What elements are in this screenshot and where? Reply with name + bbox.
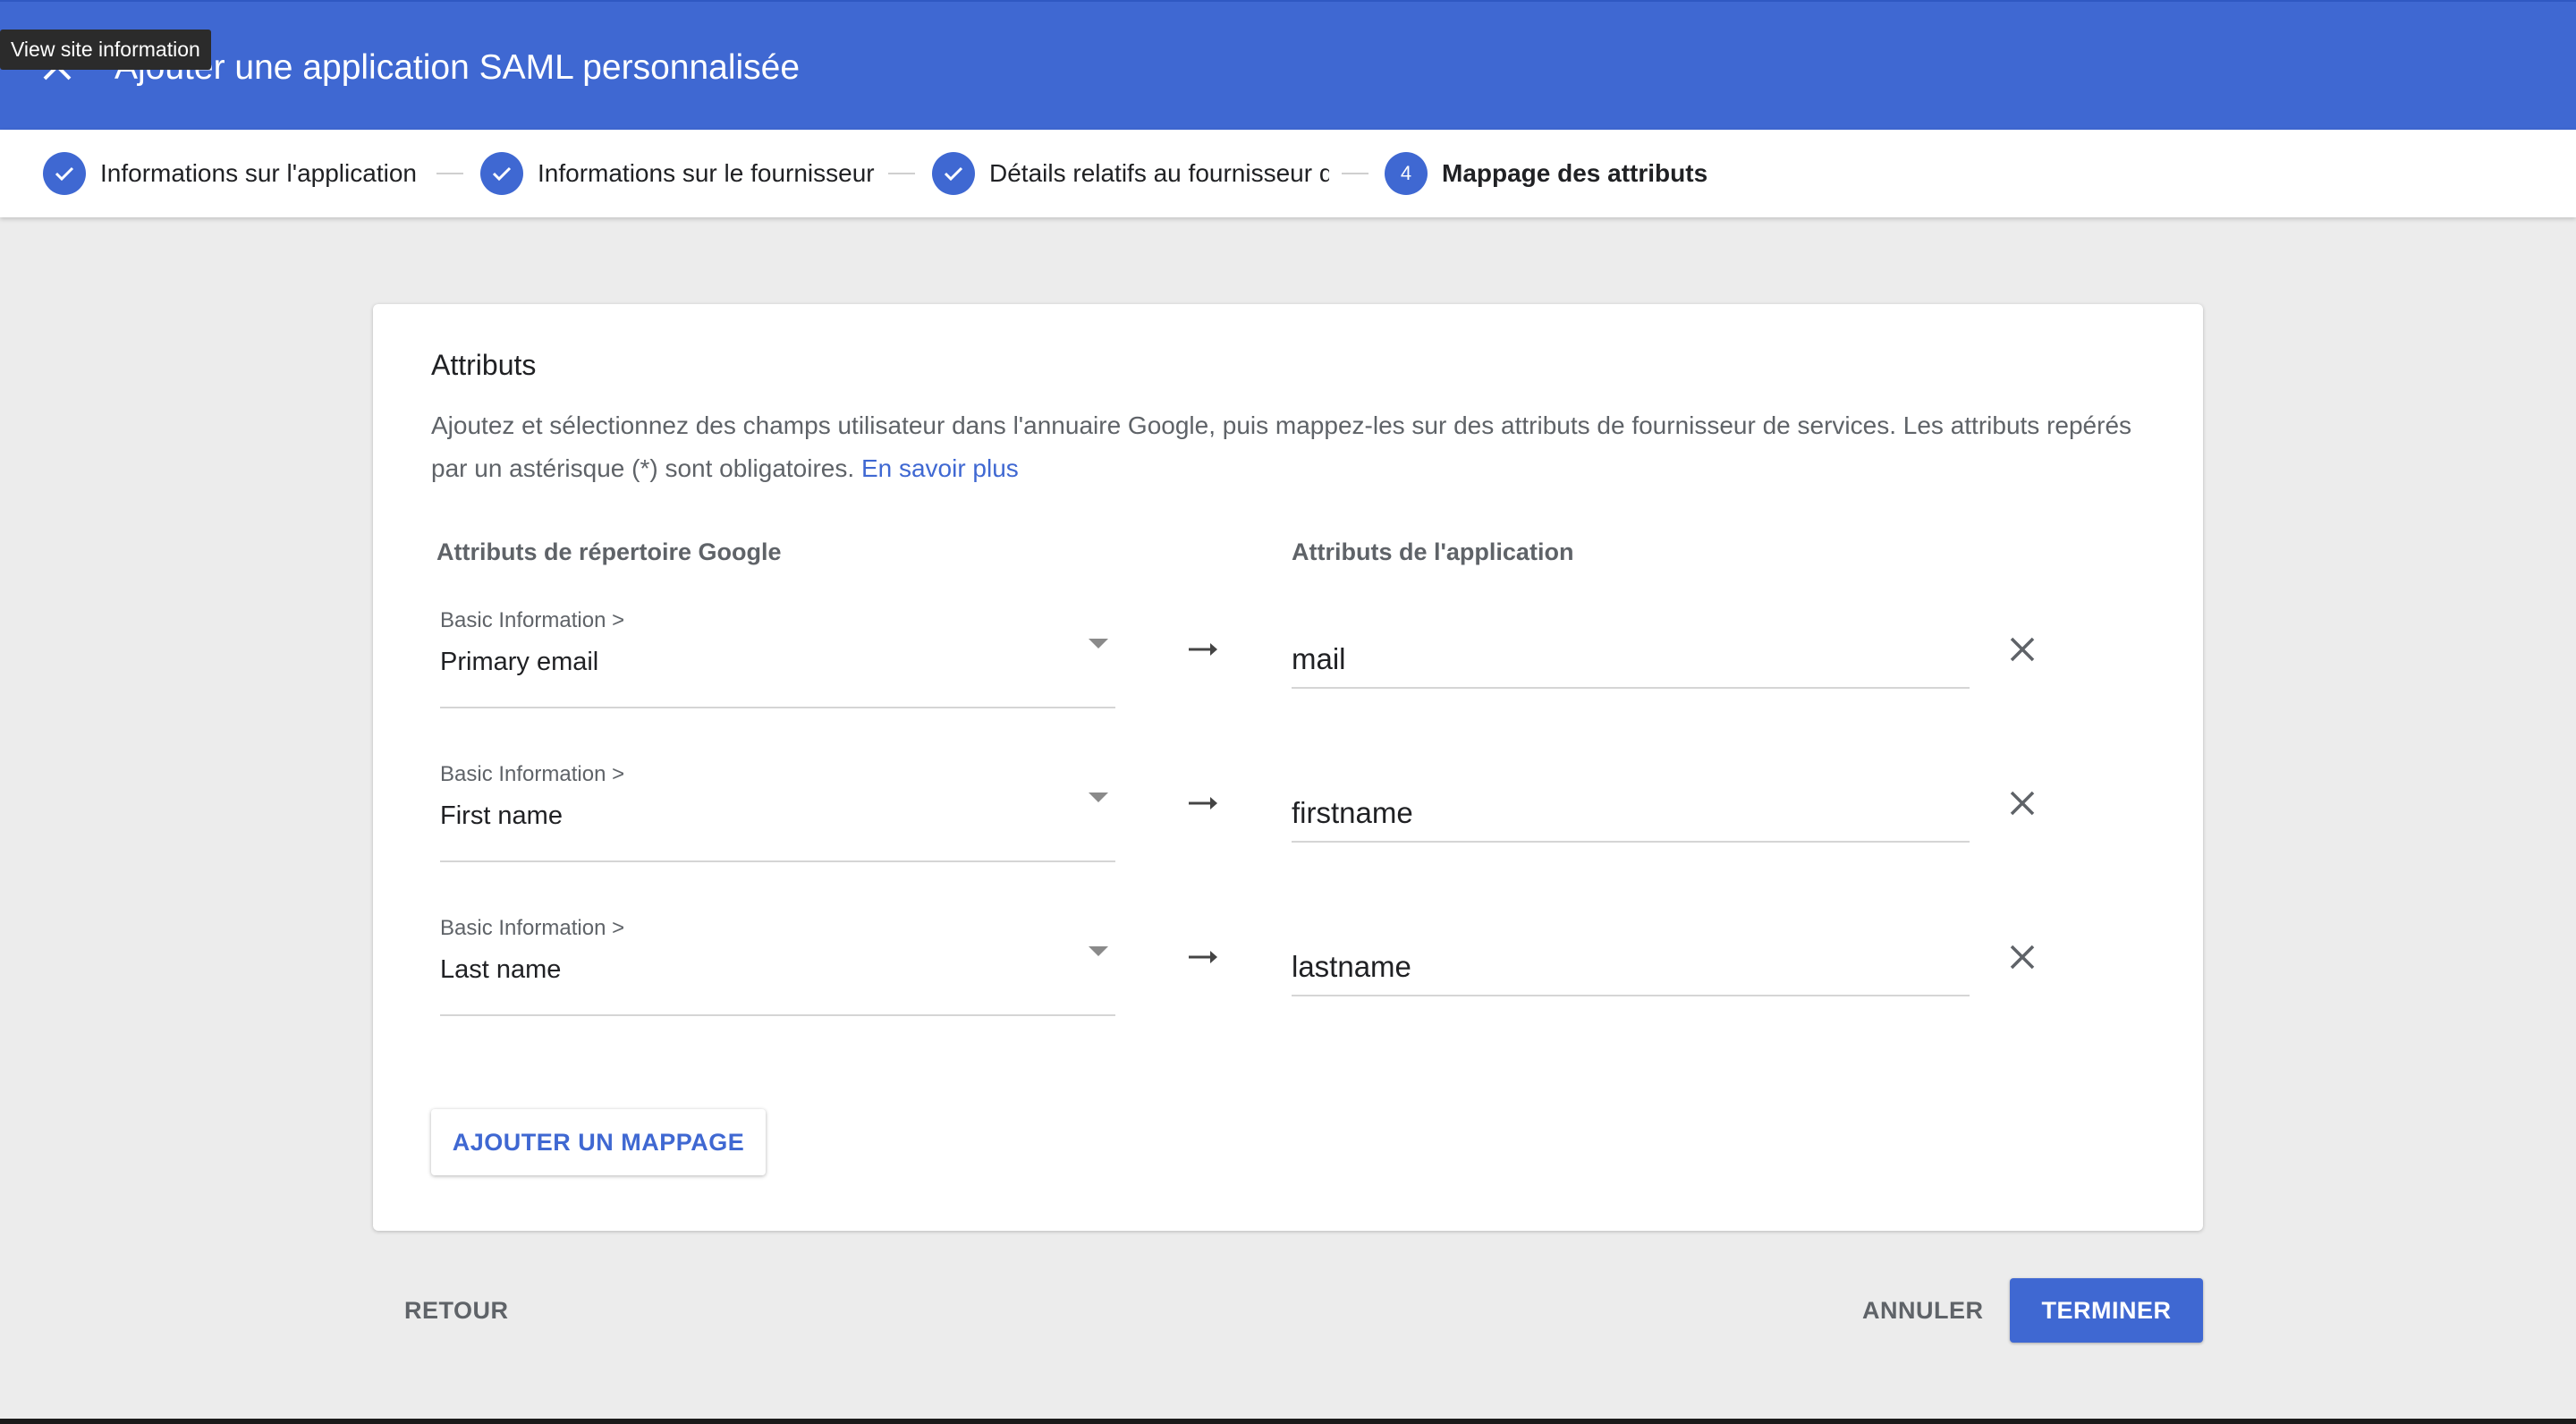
dropdown-caret-icon bbox=[1089, 793, 1108, 802]
step-attribute-mapping[interactable]: 4 Mappage des attributs bbox=[1385, 152, 1760, 195]
select-value: First name bbox=[440, 801, 563, 830]
step-connector bbox=[1342, 173, 1368, 174]
step-sp-details[interactable]: Détails relatifs au fournisseur de servi… bbox=[932, 152, 1329, 195]
select-category: Basic Information > bbox=[440, 608, 625, 632]
check-icon bbox=[480, 152, 523, 195]
dropdown-caret-icon bbox=[1089, 639, 1108, 648]
app-attribute-input[interactable] bbox=[1292, 787, 1970, 839]
step-label: Informations sur l'application bbox=[100, 159, 417, 187]
card-description: Ajoutez et sélectionnez des champs utili… bbox=[431, 404, 2157, 490]
stepper: Informations sur l'application Informati… bbox=[0, 130, 2576, 217]
step-label: Informations sur le fournisseur d'identi… bbox=[538, 159, 877, 187]
step-number: 4 bbox=[1385, 152, 1428, 195]
mapping-row: Basic Information > Last name bbox=[373, 916, 2203, 1023]
arrow-right-icon bbox=[1189, 643, 1217, 656]
app-attribute-field[interactable] bbox=[1292, 941, 1970, 996]
header-bar: Ajouter une application SAML personnalis… bbox=[0, 0, 2576, 130]
select-value: Primary email bbox=[440, 648, 599, 676]
select-value: Last name bbox=[440, 955, 562, 984]
close-icon bbox=[2010, 637, 2035, 662]
back-button[interactable]: RETOUR bbox=[404, 1279, 509, 1342]
google-attribute-select[interactable]: Basic Information > Primary email bbox=[440, 608, 1115, 708]
close-icon bbox=[2010, 791, 2035, 816]
check-icon bbox=[932, 152, 975, 195]
arrow-right-icon bbox=[1189, 797, 1217, 809]
arrow-right-icon bbox=[1189, 951, 1217, 963]
step-app-info[interactable]: Informations sur l'application bbox=[43, 152, 436, 195]
step-connector bbox=[436, 173, 463, 174]
cancel-button[interactable]: ANNULER bbox=[1862, 1279, 1984, 1342]
app-attribute-input[interactable] bbox=[1292, 941, 1970, 993]
page-title: Ajouter une application SAML personnalis… bbox=[114, 48, 801, 87]
remove-mapping-button[interactable] bbox=[2001, 782, 2044, 825]
app-attribute-field[interactable] bbox=[1292, 633, 1970, 689]
add-mapping-button[interactable]: AJOUTER UN MAPPAGE bbox=[431, 1109, 766, 1175]
step-idp-info[interactable]: Informations sur le fournisseur d'identi… bbox=[480, 152, 877, 195]
site-info-tooltip: View site information bbox=[0, 30, 211, 70]
step-label: Mappage des attributs bbox=[1442, 159, 1708, 187]
column-header-google: Attributs de répertoire Google bbox=[436, 538, 782, 565]
google-attribute-select[interactable]: Basic Information > Last name bbox=[440, 916, 1115, 1016]
attributes-card: Attributs Ajoutez et sélectionnez des ch… bbox=[373, 304, 2203, 1231]
remove-mapping-button[interactable] bbox=[2001, 936, 2044, 979]
learn-more-link[interactable]: En savoir plus bbox=[861, 454, 1019, 482]
google-attribute-select[interactable]: Basic Information > First name bbox=[440, 762, 1115, 862]
mapping-row: Basic Information > First name bbox=[373, 762, 2203, 869]
remove-mapping-button[interactable] bbox=[2001, 628, 2044, 671]
app-root: Ajouter une application SAML personnalis… bbox=[0, 0, 2576, 1424]
column-header-app: Attributs de l'application bbox=[1292, 538, 1574, 565]
description-text: Ajoutez et sélectionnez des champs utili… bbox=[431, 411, 2132, 482]
window-frame-bottom bbox=[0, 1419, 2576, 1424]
app-attribute-input[interactable] bbox=[1292, 633, 1970, 685]
app-attribute-field[interactable] bbox=[1292, 787, 1970, 843]
check-icon bbox=[43, 152, 86, 195]
close-icon bbox=[2010, 945, 2035, 970]
card-title: Attributs bbox=[431, 349, 537, 381]
select-category: Basic Information > bbox=[440, 916, 625, 940]
dropdown-caret-icon bbox=[1089, 946, 1108, 956]
finish-button[interactable]: TERMINER bbox=[2010, 1278, 2203, 1343]
step-connector bbox=[888, 173, 915, 174]
step-label: Détails relatifs au fournisseur de servi… bbox=[989, 159, 1329, 187]
mapping-row: Basic Information > Primary email bbox=[373, 608, 2203, 716]
select-category: Basic Information > bbox=[440, 762, 625, 786]
